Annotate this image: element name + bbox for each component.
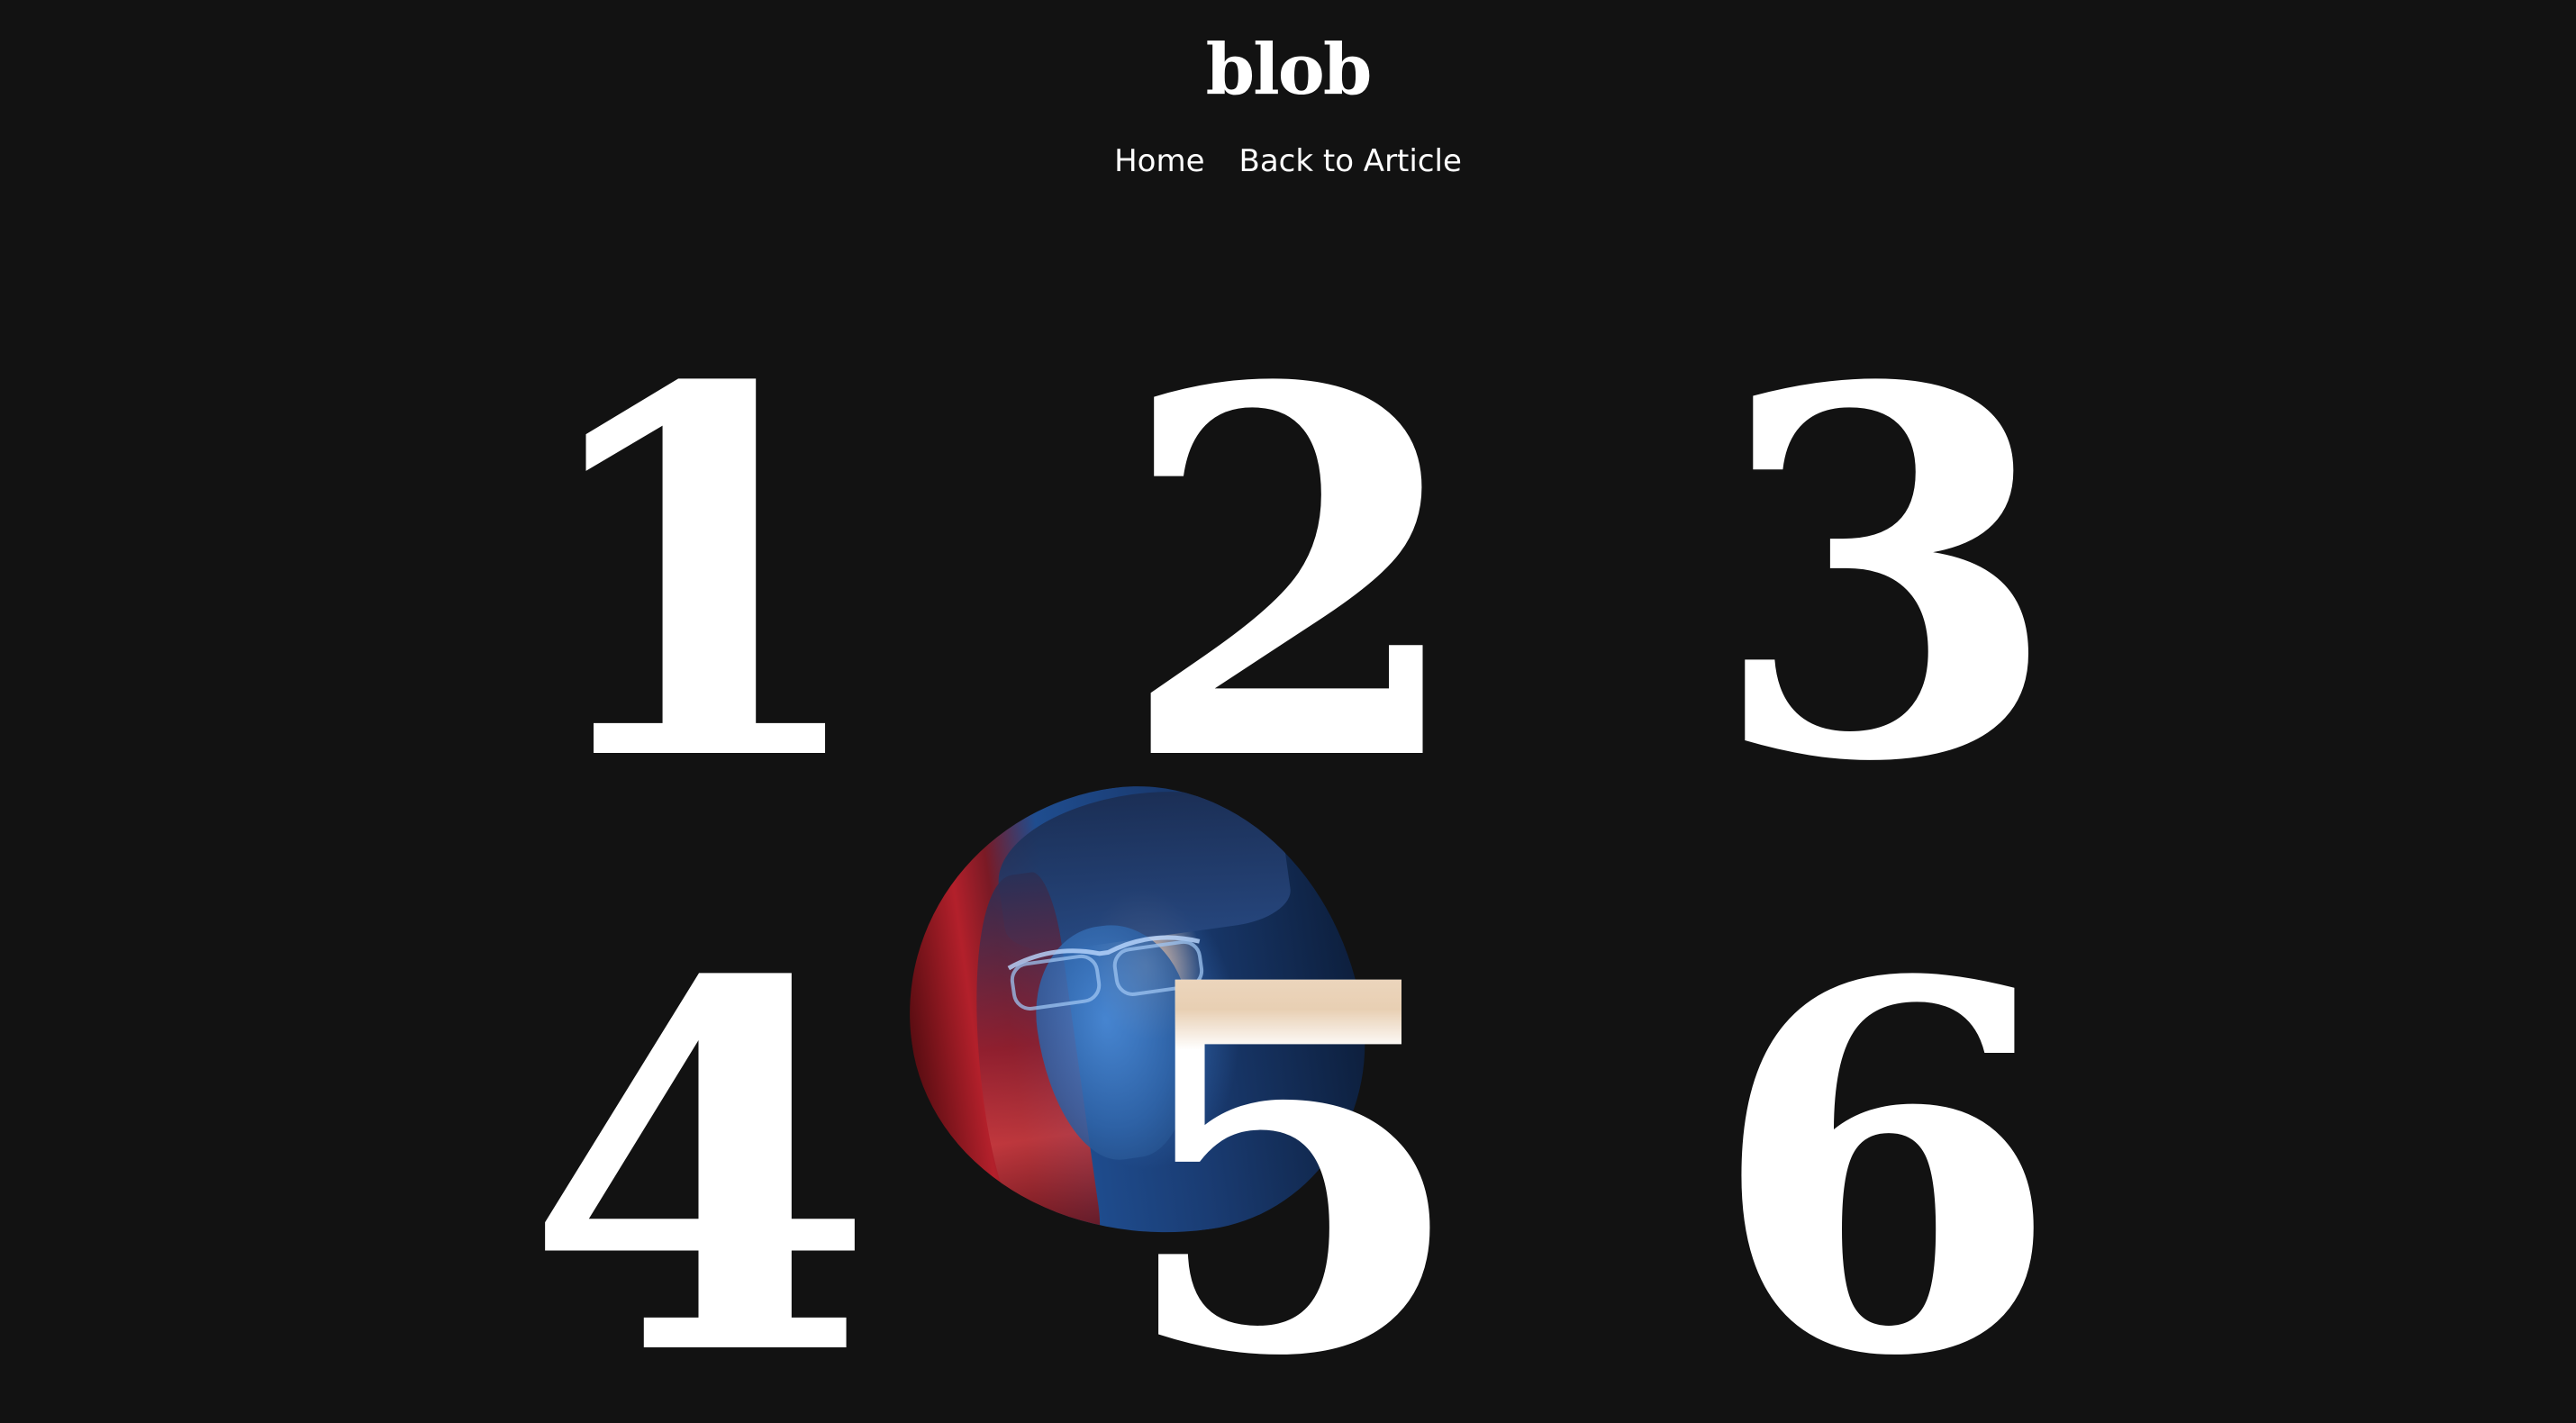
main-nav: Home Back to Article (0, 139, 2576, 184)
number-grid: 1 2 3 4 5 6 5 (0, 0, 2576, 1423)
nav-link-back-to-article[interactable]: Back to Article (1239, 139, 1462, 184)
blob-portrait-image (880, 757, 1390, 1267)
grid-number-3: 3 (1710, 280, 2061, 873)
site-logo[interactable]: blob (0, 25, 2576, 115)
grid-number-2: 2 (1117, 280, 1468, 873)
grid-number-6: 6 (1710, 875, 2061, 1423)
grid-number-1: 1 (524, 280, 875, 873)
grid-number-4: 4 (524, 875, 875, 1423)
nav-link-home[interactable]: Home (1114, 139, 1204, 184)
